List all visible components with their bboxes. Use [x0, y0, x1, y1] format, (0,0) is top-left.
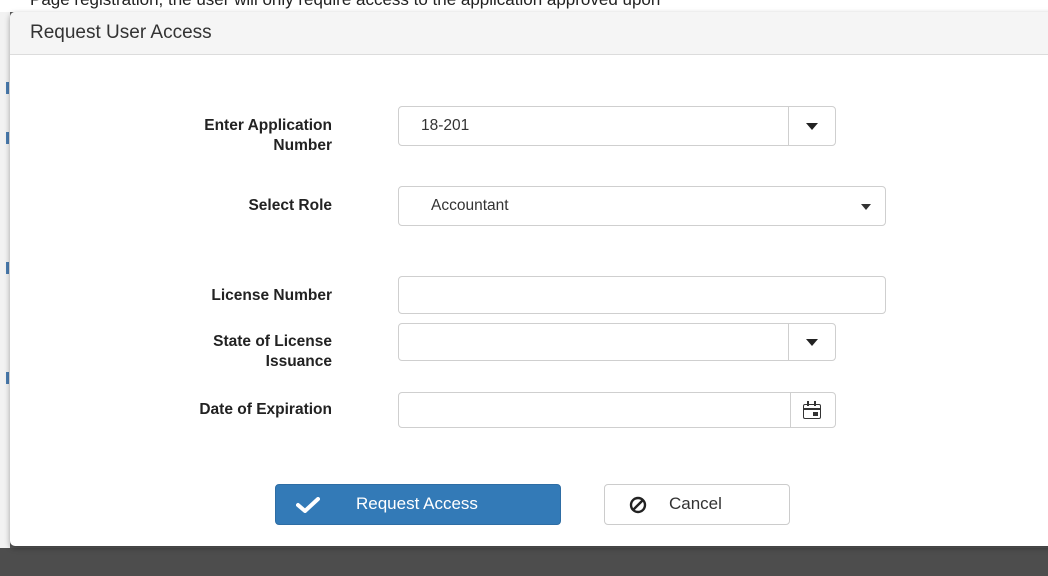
modal-backdrop: [0, 548, 1048, 576]
chevron-down-icon: [806, 339, 818, 346]
expiration-date-label: Date of Expiration: [199, 401, 332, 418]
application-number-label: Enter Application Number: [132, 116, 332, 156]
background-left-edge: [0, 12, 10, 552]
license-state-label-line2: Issuance: [265, 353, 332, 370]
modal-title: Request User Access: [30, 22, 212, 43]
license-state-combobox[interactable]: [398, 323, 836, 361]
role-value: Accountant: [431, 197, 509, 214]
background-page: Page registration, the user will only re…: [0, 0, 1048, 12]
cancel-label: Cancel: [669, 494, 722, 513]
application-number-combobox[interactable]: 18-201: [398, 106, 836, 146]
request-user-access-modal: Request User Access Enter Application Nu…: [10, 12, 1048, 546]
application-number-label-line2: Number: [273, 137, 332, 154]
role-select[interactable]: Accountant: [398, 186, 886, 226]
background-marker: [6, 132, 9, 144]
license-number-input[interactable]: [398, 276, 886, 314]
application-number-dropdown-button[interactable]: [788, 107, 835, 145]
chevron-down-icon: [806, 123, 818, 130]
request-access-label: Request Access: [356, 494, 478, 513]
background-marker: [6, 372, 9, 384]
ban-icon: [629, 496, 647, 514]
chevron-down-icon: [861, 204, 871, 210]
application-number-label-line1: Enter Application: [204, 117, 332, 134]
background-marker: [6, 262, 9, 274]
modal-header: Request User Access: [10, 12, 1048, 55]
request-access-button[interactable]: Request Access: [275, 484, 561, 525]
calendar-icon: [803, 401, 821, 419]
background-page-text: Page registration, the user will only re…: [30, 0, 660, 10]
license-state-dropdown-button[interactable]: [788, 324, 835, 360]
license-number-label: License Number: [211, 287, 332, 304]
check-icon: [296, 497, 320, 513]
role-label: Select Role: [248, 197, 332, 214]
license-state-label: State of License Issuance: [132, 332, 332, 372]
license-state-label-line1: State of License: [213, 333, 332, 350]
background-marker: [6, 82, 9, 94]
application-number-value: 18-201: [421, 117, 470, 134]
calendar-button[interactable]: [790, 393, 835, 427]
cancel-button[interactable]: Cancel: [604, 484, 790, 525]
expiration-date-picker[interactable]: [398, 392, 836, 428]
